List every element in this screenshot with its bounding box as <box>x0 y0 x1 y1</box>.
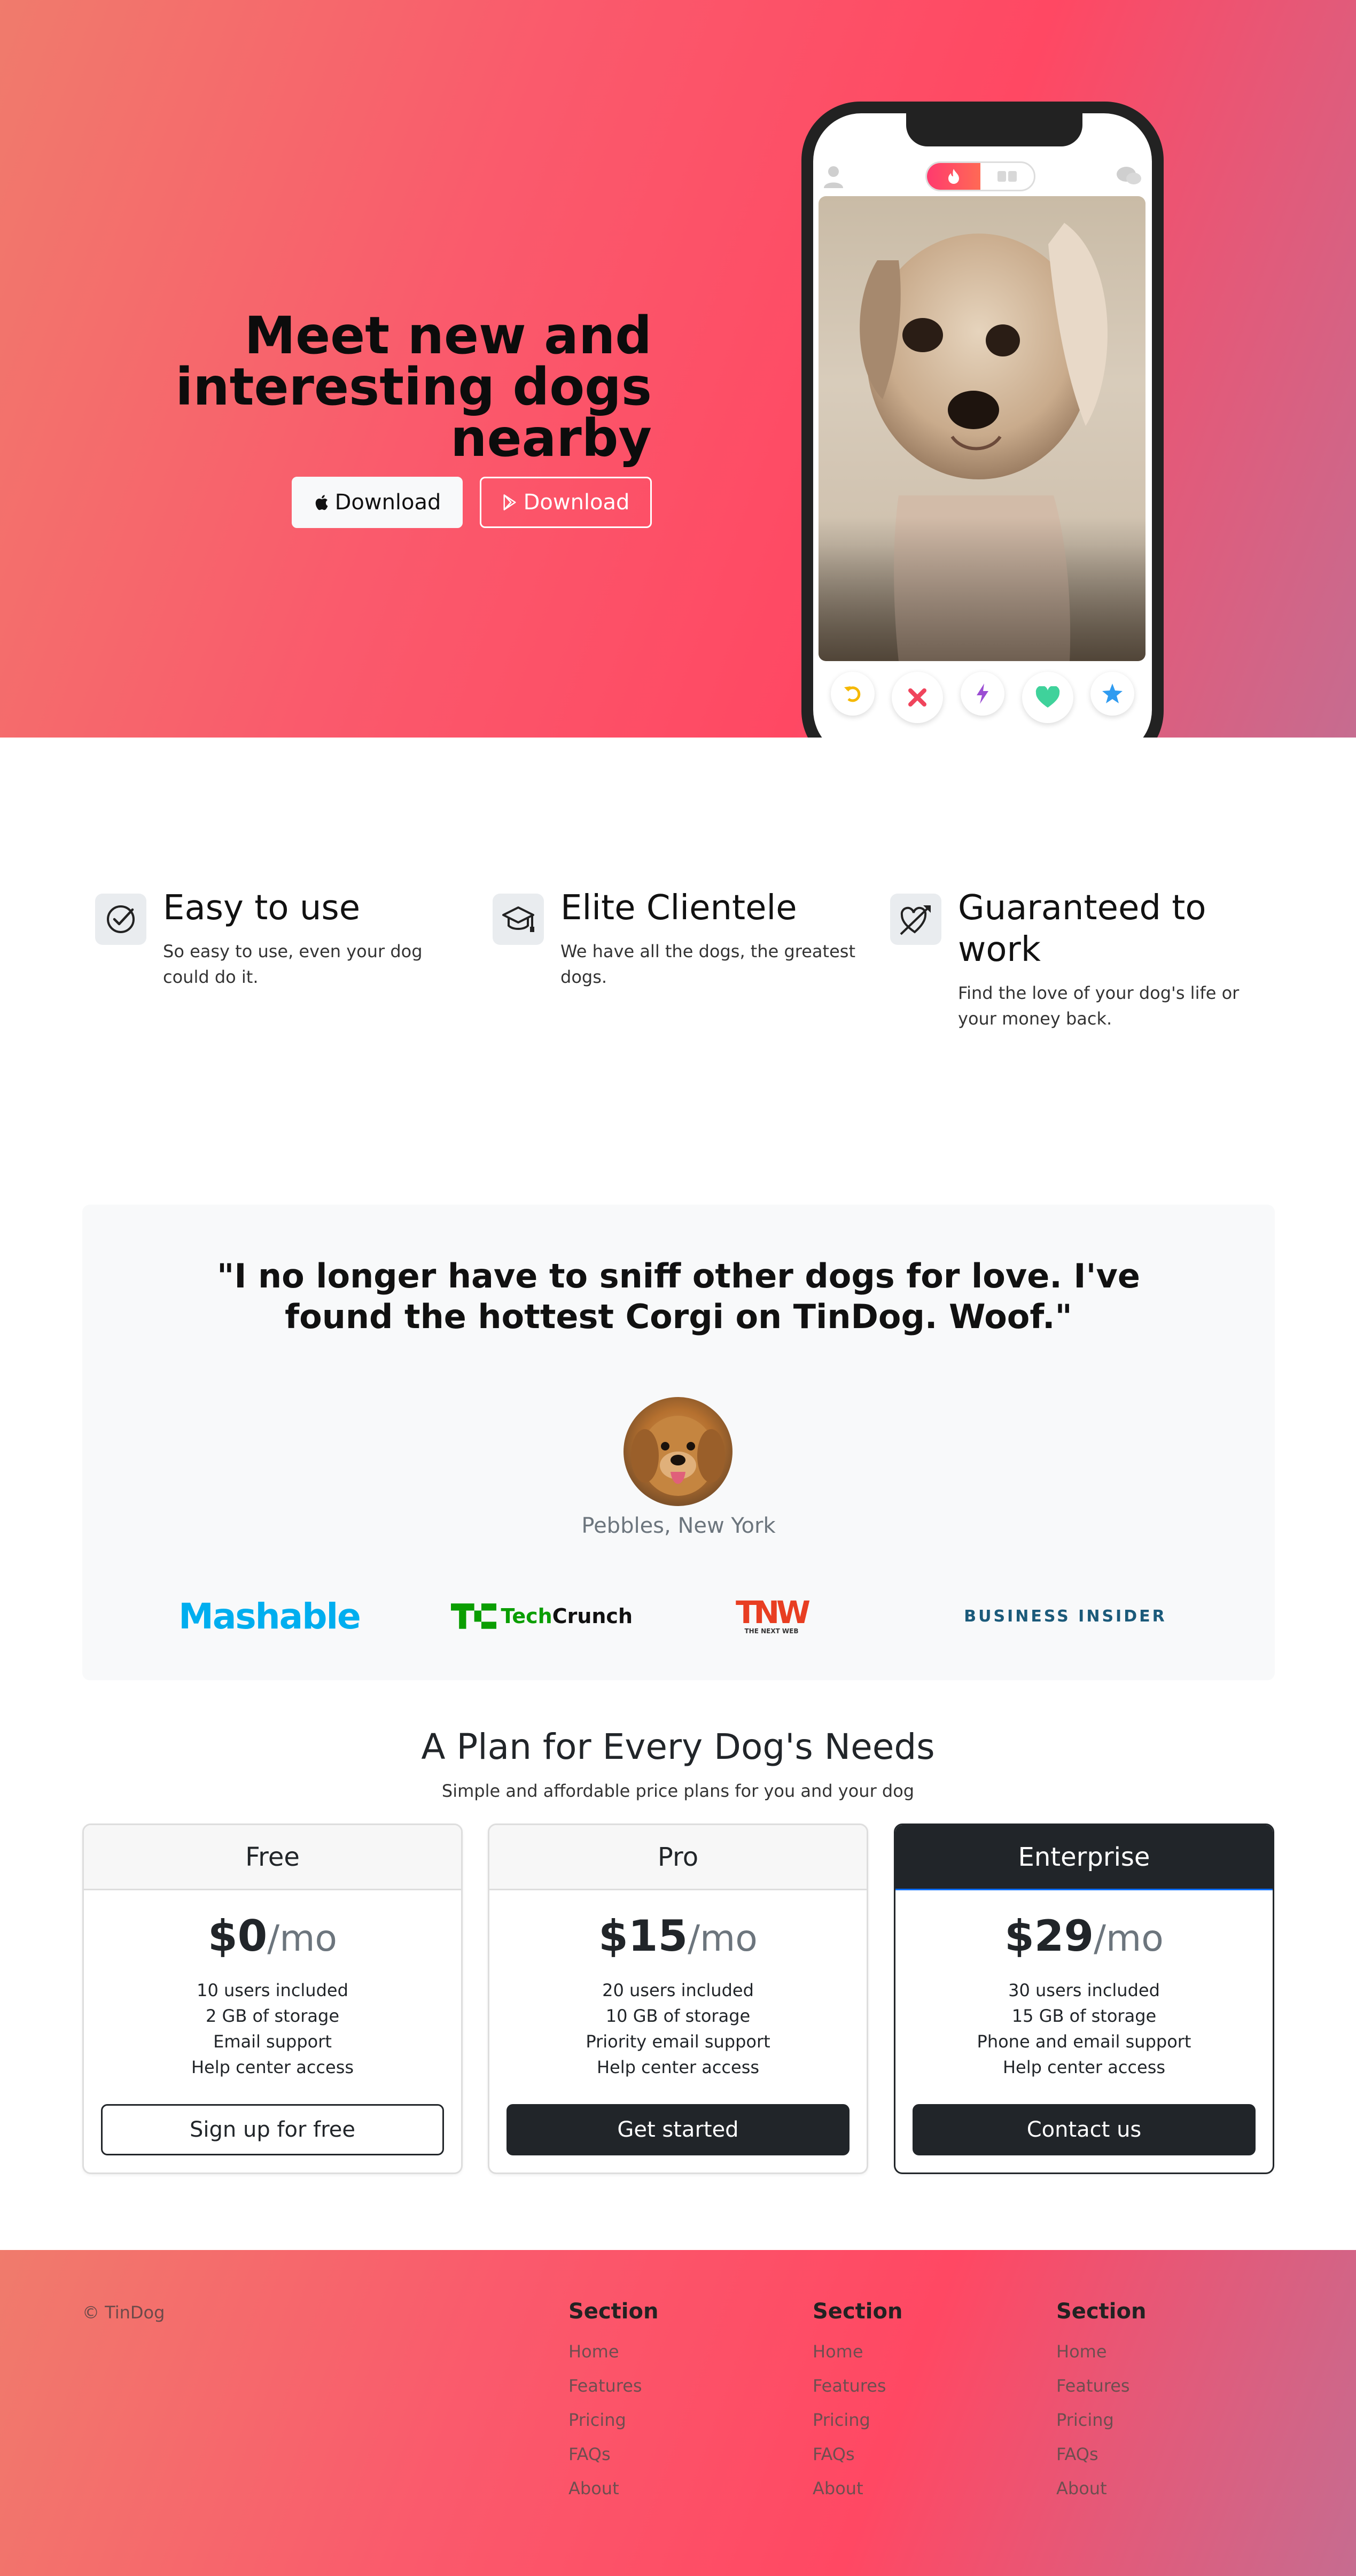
footer: © TinDog Section Home Features Pricing F… <box>0 2250 1356 2576</box>
feature-title: Elite Clientele <box>560 888 797 928</box>
feature-title: Easy to use <box>163 888 361 928</box>
phone-screen <box>813 113 1152 738</box>
contact-us-button[interactable]: Contact us <box>913 2104 1256 2155</box>
profile-icon <box>823 165 844 190</box>
footer-link-home[interactable]: Home <box>568 2334 658 2369</box>
plan-feature: 30 users included <box>1008 1980 1160 2000</box>
footer-column: Section Home Features Pricing FAQs About <box>568 2299 658 2505</box>
footer-link-home[interactable]: Home <box>1056 2334 1146 2369</box>
plan-features: 10 users included 2 GB of storage Email … <box>84 1977 461 2080</box>
graduation-cap-icon <box>493 894 544 945</box>
plan-feature: Help center access <box>596 2057 760 2077</box>
dog-avatar-illustration <box>631 1416 725 1496</box>
hero-section: Meet new and interesting dogs nearby Dow… <box>0 0 1356 738</box>
google-play-icon <box>502 494 517 511</box>
plan-feature: Help center access <box>191 2057 354 2077</box>
nope-icon <box>892 672 944 723</box>
techcrunch-mark <box>451 1603 497 1629</box>
feature-description: Find the love of your dog's life or your… <box>958 983 1240 1029</box>
hero-text: Meet new and interesting dogs nearby Dow… <box>160 310 652 528</box>
plan-name: Free <box>84 1825 461 1890</box>
footer-link-about[interactable]: About <box>568 2471 658 2505</box>
press-logos: Mashable TechCrunch TNW THE NEXT WEB BUS… <box>82 1584 1275 1648</box>
feature-title: Guaranteed to work <box>958 888 1206 969</box>
plan-feature: Phone and email support <box>977 2031 1191 2052</box>
copyright: © TinDog <box>82 2302 165 2323</box>
sign-up-free-button[interactable]: Sign up for free <box>101 2104 444 2155</box>
apple-download-label: Download <box>334 490 441 515</box>
feature-description: So easy to use, even your dog could do i… <box>163 941 423 987</box>
tnw-logo: TNW THE NEXT WEB <box>735 1594 811 1635</box>
footer-link-faqs[interactable]: FAQs <box>1056 2437 1146 2471</box>
dog-profile-photo <box>819 196 1145 661</box>
plan-features: 30 users included 15 GB of storage Phone… <box>895 1977 1273 2080</box>
plan-feature: Help center access <box>1002 2057 1166 2077</box>
footer-link-features[interactable]: Features <box>813 2369 902 2403</box>
footer-column: Section Home Features Pricing FAQs About <box>813 2299 902 2505</box>
apple-icon <box>314 493 329 511</box>
footer-link-pricing[interactable]: Pricing <box>568 2403 658 2437</box>
flame-icon <box>927 163 980 190</box>
plan-feature: 10 GB of storage <box>605 2006 751 2026</box>
footer-column-heading: Section <box>1056 2299 1147 2324</box>
phone-mockup <box>801 102 1164 738</box>
plan-features: 20 users included 10 GB of storage Prior… <box>489 1977 867 2080</box>
pricing-title: A Plan for Every Dog's Needs <box>421 1726 935 1767</box>
plan-price: $15/mo <box>598 1911 758 1961</box>
plan-name: Enterprise <box>895 1825 1273 1890</box>
hero-title: Meet new and interesting dogs nearby <box>175 306 652 468</box>
hero-buttons: Download Download <box>160 477 652 528</box>
plan-price: $0/mo <box>207 1911 338 1961</box>
plan-feature: Email support <box>213 2031 332 2052</box>
google-play-download-button[interactable]: Download <box>480 477 652 528</box>
phone-app-header <box>813 156 1152 193</box>
undo-icon <box>830 672 875 716</box>
footer-link-pricing[interactable]: Pricing <box>1056 2403 1146 2437</box>
dog-photo-illustration <box>819 223 1145 661</box>
google-play-download-label: Download <box>523 490 630 515</box>
pricing-card-free: Free $0/mo 10 users included 2 GB of sto… <box>82 1824 463 2174</box>
plan-feature: 20 users included <box>602 1980 754 2000</box>
plan-feature: 10 users included <box>197 1980 348 2000</box>
group-icon <box>980 163 1034 190</box>
plan-feature: 15 GB of storage <box>1011 2006 1157 2026</box>
testimonial-section: "I no longer have to sniff other dogs fo… <box>82 1205 1275 1680</box>
pricing-card-pro: Pro $15/mo 20 users included 10 GB of st… <box>488 1824 868 2174</box>
footer-link-faqs[interactable]: FAQs <box>568 2437 658 2471</box>
plan-feature: Priority email support <box>586 2031 770 2052</box>
phone-action-buttons <box>813 672 1152 723</box>
footer-link-features[interactable]: Features <box>1056 2369 1146 2403</box>
footer-link-about[interactable]: About <box>813 2471 902 2505</box>
footer-link-about[interactable]: About <box>1056 2471 1146 2505</box>
footer-column-heading: Section <box>568 2299 659 2324</box>
check-circle-icon <box>95 894 146 945</box>
get-started-button[interactable]: Get started <box>506 2104 850 2155</box>
footer-link-pricing[interactable]: Pricing <box>813 2403 902 2437</box>
footer-column-heading: Section <box>813 2299 903 2324</box>
heart-arrow-icon <box>890 894 941 945</box>
plan-feature: 2 GB of storage <box>205 2006 340 2026</box>
feature-description: We have all the dogs, the greatest dogs. <box>560 941 855 987</box>
footer-link-features[interactable]: Features <box>568 2369 658 2403</box>
phone-mode-toggle <box>925 161 1035 191</box>
mashable-logo: Mashable <box>178 1595 361 1637</box>
testimonial-author: Pebbles, New York <box>581 1514 776 1538</box>
techcrunch-logo: TechCrunch <box>451 1584 633 1648</box>
like-icon <box>1022 672 1073 723</box>
business-insider-logo: BUSINESS INSIDER <box>964 1607 1167 1626</box>
plan-name: Pro <box>489 1825 867 1890</box>
avatar <box>624 1397 732 1506</box>
testimonial-quote: "I no longer have to sniff other dogs fo… <box>217 1256 1140 1336</box>
phone-notch <box>906 113 1082 146</box>
super-like-icon <box>1090 672 1135 716</box>
pricing-card-enterprise: Enterprise $29/mo 30 users included 15 G… <box>894 1824 1274 2174</box>
footer-column: Section Home Features Pricing FAQs About <box>1056 2299 1146 2505</box>
footer-link-faqs[interactable]: FAQs <box>813 2437 902 2471</box>
plan-price: $29/mo <box>1004 1911 1164 1961</box>
footer-link-home[interactable]: Home <box>813 2334 902 2369</box>
boost-icon <box>960 672 1004 716</box>
chat-icon <box>1116 165 1142 190</box>
apple-download-button[interactable]: Download <box>292 477 463 528</box>
pricing-subtitle: Simple and affordable price plans for yo… <box>441 1781 915 1801</box>
